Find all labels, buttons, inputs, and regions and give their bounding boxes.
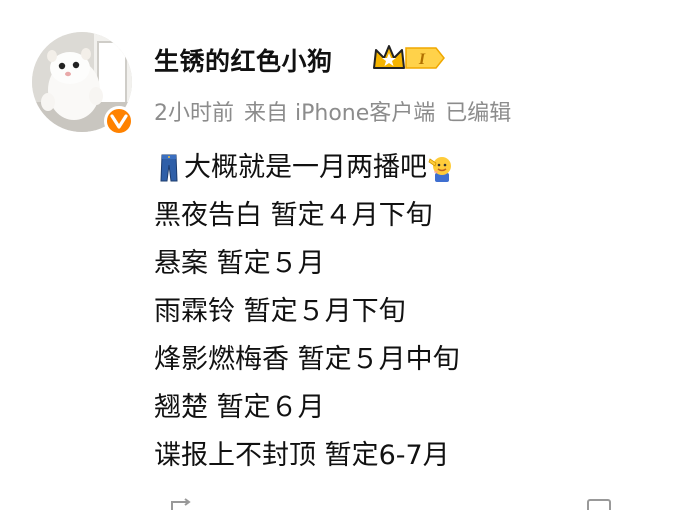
comment-icon[interactable] xyxy=(586,496,612,510)
salute-emoji-icon xyxy=(427,153,457,183)
vip-level-label: I xyxy=(418,51,426,68)
author-name[interactable]: 生锈的红色小狗 xyxy=(154,42,333,78)
verified-v-badge-icon xyxy=(104,106,134,136)
jeans-icon xyxy=(154,153,184,183)
post-time[interactable]: 2小时前 xyxy=(154,95,234,127)
post-line-7: 谍报上不封顶 暂定6-7月 xyxy=(154,440,450,471)
repost-icon[interactable] xyxy=(168,496,194,510)
post-line-6: 翘楚 暂定６月 xyxy=(154,392,325,423)
post-action-bar xyxy=(0,492,688,510)
post-edited-label[interactable]: 已编辑 xyxy=(445,95,511,127)
post-source: 来自 iPhone客户端 xyxy=(244,101,436,126)
post-line-1: 大概就是一月两播吧 xyxy=(154,144,664,192)
post-line-3: 悬案 暂定５月 xyxy=(154,248,325,279)
post-line-2: 黑夜告白 暂定４月下旬 xyxy=(154,200,433,231)
post-line-4: 雨霖铃 暂定５月下旬 xyxy=(154,296,406,327)
crown-vip-badge-icon[interactable]: I xyxy=(372,42,448,74)
author-avatar-container[interactable] xyxy=(32,32,134,136)
post-line-text: 大概就是一月两播吧 xyxy=(184,152,427,183)
post-meta: 2小时前 来自 iPhone客户端 已编辑 xyxy=(154,95,511,127)
post-line-5: 烽影燃梅香 暂定５月中旬 xyxy=(154,344,460,375)
post-content: 大概就是一月两播吧 黑夜告白 暂定４月下旬 悬案 暂定５月 雨霖铃 暂定５月下旬… xyxy=(154,144,664,480)
